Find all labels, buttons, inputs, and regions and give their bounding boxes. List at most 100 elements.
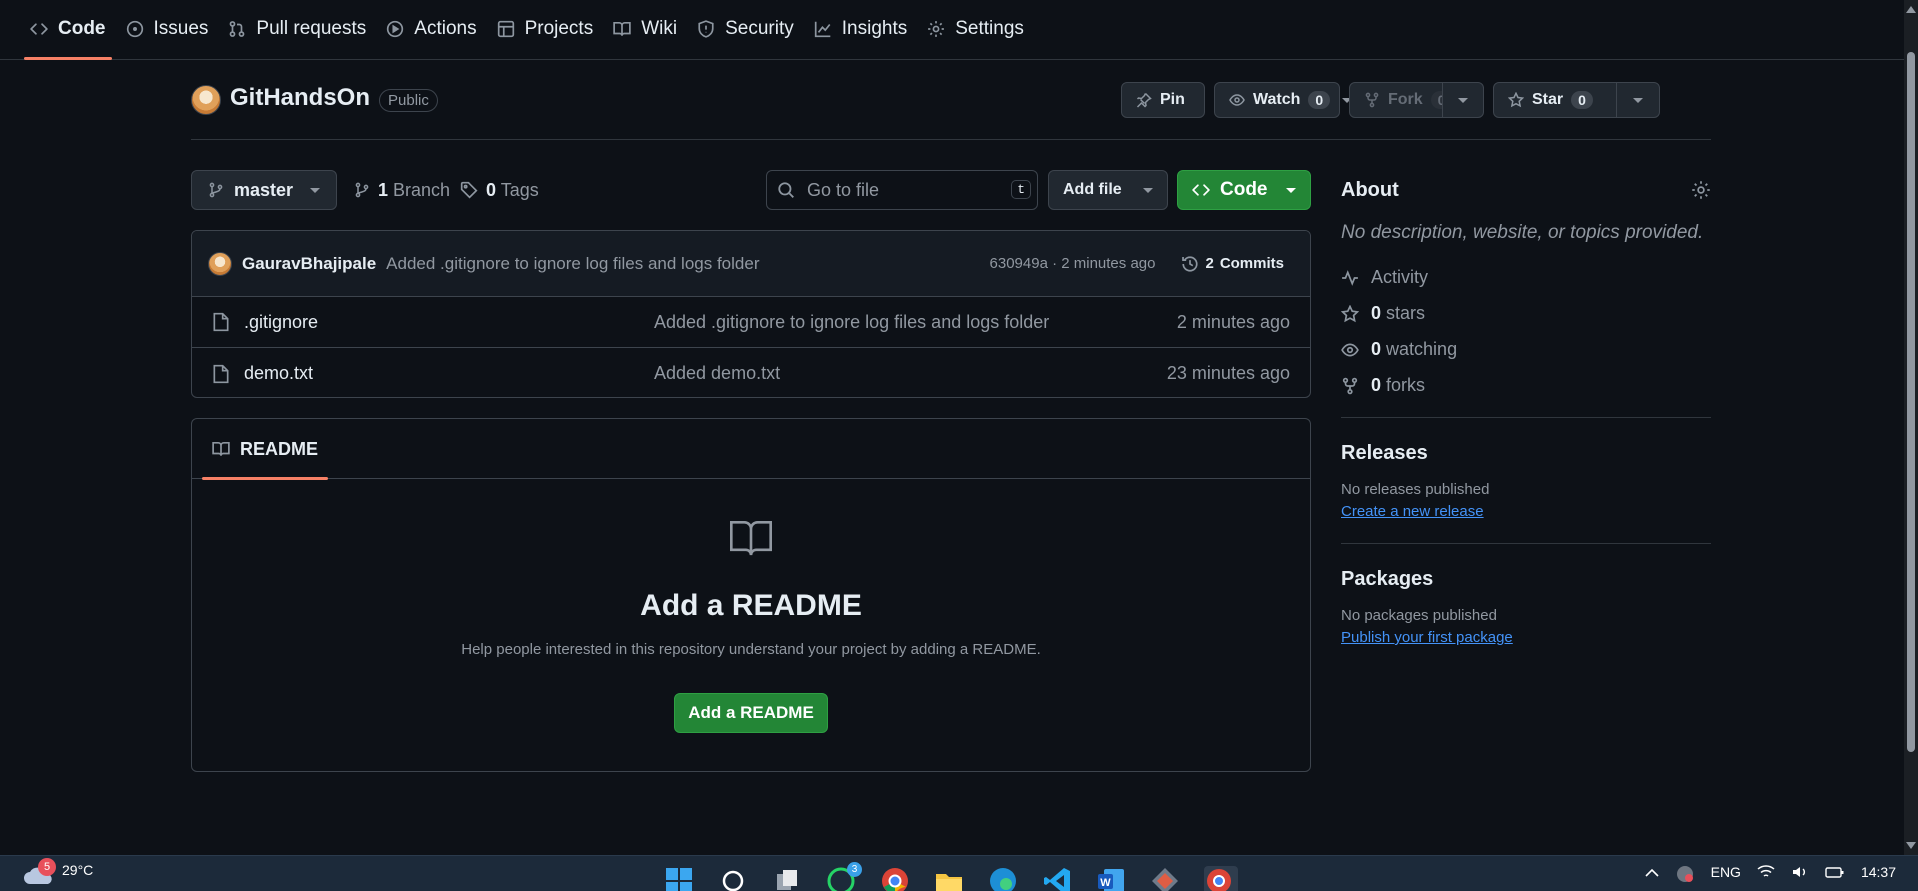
divider: [1341, 543, 1711, 544]
file-name[interactable]: .gitignore: [244, 312, 654, 333]
graph-icon: [814, 20, 832, 38]
tab-issues-label: Issues: [153, 18, 209, 39]
pin-button[interactable]: Pin: [1121, 82, 1205, 118]
watch-button[interactable]: Watch 0: [1214, 82, 1353, 118]
scroll-down-arrow[interactable]: [1906, 842, 1916, 849]
stars-link[interactable]: 0 stars: [1341, 302, 1711, 325]
star-label: Star: [1532, 91, 1564, 108]
fork-button[interactable]: Fork 0: [1349, 82, 1453, 118]
book-icon: [730, 519, 772, 557]
tags-link[interactable]: 0 Tags: [460, 170, 539, 210]
scroll-thumb[interactable]: [1907, 52, 1915, 752]
branch-selector[interactable]: master: [191, 170, 337, 210]
add-readme-button[interactable]: Add a README: [674, 693, 828, 733]
gear-icon[interactable]: [1691, 180, 1711, 200]
forks-link[interactable]: 0 forks: [1341, 374, 1711, 397]
about-description: No description, website, or topics provi…: [1341, 222, 1704, 243]
tab-wiki[interactable]: Wiki: [603, 0, 687, 59]
eye-icon: [1229, 92, 1245, 108]
branch-count: 1: [378, 179, 389, 200]
history-icon: [1181, 255, 1199, 273]
star-dropdown-button[interactable]: [1616, 82, 1660, 118]
commit-message[interactable]: Added .gitignore to ignore log files and…: [386, 254, 759, 274]
owner-avatar[interactable]: [191, 85, 221, 115]
tab-actions[interactable]: Actions: [376, 0, 486, 59]
watching-link[interactable]: 0 watching: [1341, 338, 1711, 361]
watching-count: 0: [1371, 339, 1382, 359]
chevron-down-icon: [1458, 97, 1468, 103]
fork-dropdown-button[interactable]: [1442, 82, 1484, 118]
activity-link[interactable]: Activity: [1341, 266, 1711, 289]
commit-sha-time[interactable]: 630949a · 2 minutes ago: [990, 255, 1156, 272]
star-icon: [1341, 304, 1359, 323]
readme-tab-label: README: [240, 438, 319, 459]
language-indicator[interactable]: ENG: [1711, 864, 1741, 880]
shield-icon: [697, 20, 715, 38]
battery-icon[interactable]: [1825, 864, 1845, 880]
taskbar-apps: 3 W: [664, 862, 1238, 891]
create-release-link[interactable]: Create a new release: [1341, 503, 1484, 520]
repo-sidebar: About No description, website, or topics…: [1341, 170, 1711, 647]
start-icon[interactable]: [664, 866, 698, 891]
tab-issues[interactable]: Issues: [116, 0, 219, 59]
clock-time[interactable]: 14:37: [1861, 864, 1896, 880]
packages-title[interactable]: Packages: [1341, 568, 1711, 591]
commit-author[interactable]: GauravBhajipale: [242, 254, 376, 274]
file-explorer-icon[interactable]: [934, 866, 968, 891]
tab-security-label: Security: [725, 18, 794, 39]
wifi-icon[interactable]: [1757, 864, 1775, 880]
commits-link[interactable]: 2 Commits: [1181, 255, 1284, 273]
publish-package-link[interactable]: Publish your first package: [1341, 629, 1513, 646]
repo-name[interactable]: GitHandsOn: [230, 84, 370, 112]
tab-pull-requests[interactable]: Pull requests: [218, 0, 376, 59]
tab-projects[interactable]: Projects: [487, 0, 604, 59]
watching-label: watching: [1386, 339, 1458, 359]
code-button-label: Code: [1220, 179, 1268, 200]
weather-cloud-icon: 5: [24, 858, 56, 886]
shortcut-key-hint: t: [1011, 180, 1031, 199]
git-gui-icon[interactable]: [1150, 866, 1184, 891]
file-row[interactable]: .gitignore Added .gitignore to ignore lo…: [192, 297, 1310, 348]
branches-link[interactable]: 1 Branch: [354, 170, 450, 210]
branch-icon: [208, 182, 224, 198]
volume-icon[interactable]: [1791, 864, 1809, 880]
file-commit-message[interactable]: Added .gitignore to ignore log files and…: [654, 312, 1177, 333]
chevron-down-icon: [1286, 187, 1296, 193]
scroll-up-arrow[interactable]: [1906, 6, 1916, 13]
commits-count: 2: [1205, 255, 1214, 272]
tab-insights[interactable]: Insights: [804, 0, 917, 59]
star-button[interactable]: Star 0: [1493, 82, 1617, 118]
file-row[interactable]: demo.txt Added demo.txt 23 minutes ago: [192, 348, 1310, 397]
tag-count-label: Tags: [500, 179, 539, 200]
file-commit-message[interactable]: Added demo.txt: [654, 363, 1167, 384]
author-avatar[interactable]: [208, 251, 232, 276]
tab-readme[interactable]: README: [202, 419, 329, 480]
edge-icon[interactable]: [988, 866, 1022, 891]
weather-widget[interactable]: 5 29°C: [24, 858, 93, 886]
page-scrollbar[interactable]: [1904, 0, 1918, 855]
tab-security[interactable]: Security: [687, 0, 804, 59]
go-to-file[interactable]: t: [766, 170, 1038, 210]
chevron-up-icon[interactable]: [1645, 868, 1659, 878]
pulse-icon: [1341, 269, 1359, 287]
chrome-icon[interactable]: [880, 866, 914, 891]
chrome-profile-icon[interactable]: [1204, 866, 1238, 891]
add-file-button[interactable]: Add file: [1048, 170, 1168, 210]
branch-count-label: Branch: [393, 179, 451, 200]
whatsapp-icon[interactable]: 3: [826, 862, 862, 891]
code-button[interactable]: Code: [1177, 170, 1311, 210]
tab-code[interactable]: Code: [20, 0, 116, 60]
releases-title[interactable]: Releases: [1341, 442, 1711, 465]
search-icon[interactable]: [718, 866, 752, 891]
file-commit-time: 2 minutes ago: [1176, 311, 1290, 332]
branch-icon: [354, 182, 370, 198]
task-view-icon[interactable]: [772, 866, 806, 891]
stars-count: 0: [1371, 303, 1382, 323]
vscode-icon[interactable]: [1042, 866, 1076, 891]
tray-app-icon[interactable]: [1675, 864, 1695, 884]
go-to-file-input[interactable]: [807, 179, 1007, 201]
file-commit-time: 23 minutes ago: [1166, 363, 1290, 383]
tab-settings[interactable]: Settings: [917, 0, 1034, 59]
file-name[interactable]: demo.txt: [244, 363, 654, 384]
word-icon[interactable]: W: [1096, 866, 1130, 891]
